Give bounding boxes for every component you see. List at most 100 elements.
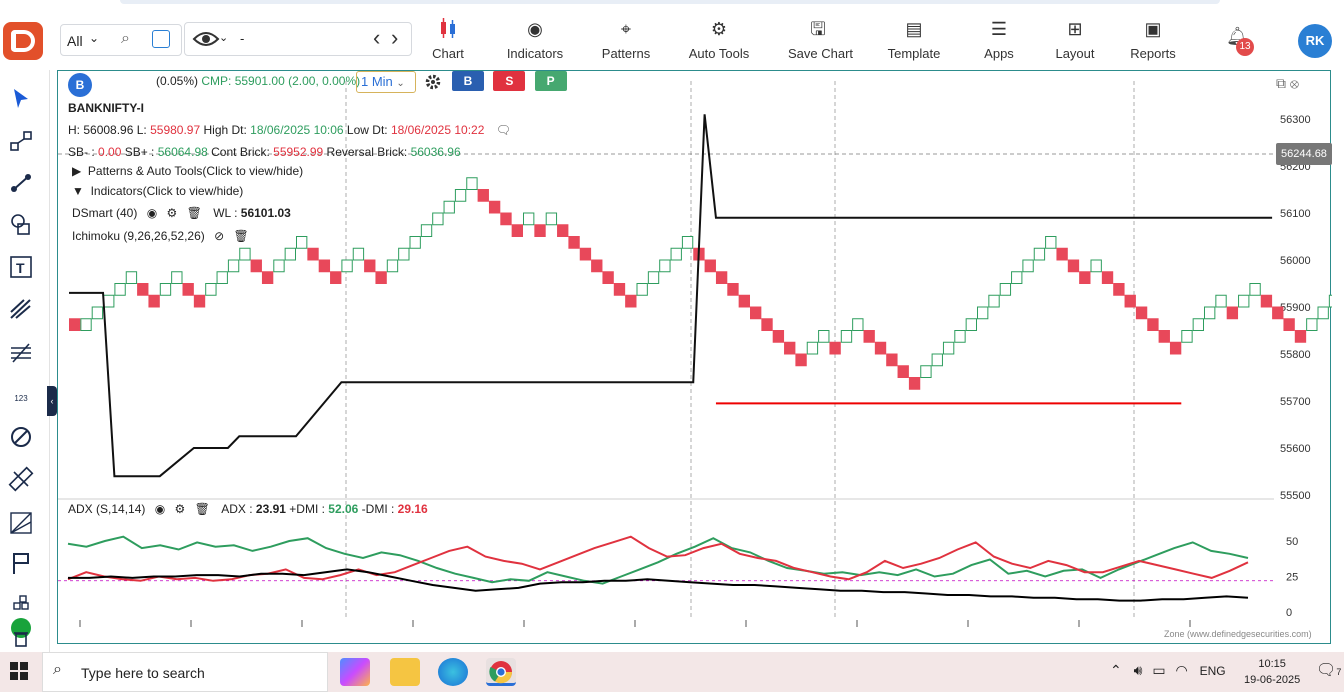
- symbol-selector[interactable]: ⌄ - ‹ ›: [184, 22, 412, 56]
- search-icon[interactable]: ⌕: [121, 30, 130, 48]
- broker-badge[interactable]: B: [68, 73, 92, 97]
- timeframe-select[interactable]: 1 Min ⌄: [356, 71, 416, 93]
- exchange-select[interactable]: All: [67, 33, 83, 49]
- patterns-toggle[interactable]: ▶ Patterns & Auto Tools(Click to view/hi…: [72, 164, 303, 178]
- renko-brick-down: [182, 283, 194, 296]
- language-indicator[interactable]: ENG: [1200, 664, 1226, 678]
- renko-brick-up: [965, 318, 978, 331]
- trash-icon[interactable]: [11, 628, 31, 648]
- trash-icon[interactable]: 🗑︎: [234, 229, 249, 243]
- settings-gear-icon[interactable]: ⚙: [175, 502, 186, 516]
- file-explorer-icon[interactable]: [390, 658, 420, 686]
- renko-brick-up: [171, 271, 183, 284]
- toolbar-patterns[interactable]: ⌖ Patterns: [600, 16, 652, 64]
- chart-panel[interactable]: 56300 56200 56100 56000 55900 55800 55700 55600…: [57, 70, 1332, 644]
- chevron-left-icon[interactable]: ‹: [373, 25, 380, 51]
- line-tool-icon[interactable]: [8, 128, 34, 154]
- trash-icon[interactable]: 🗑︎: [187, 206, 202, 220]
- text-tool-icon[interactable]: T: [8, 254, 34, 280]
- l-value: 55980.97: [150, 123, 201, 137]
- eye-off-icon[interactable]: ⊘: [214, 229, 224, 243]
- toolbar-layout[interactable]: ⊞ Layout: [1054, 16, 1096, 64]
- avatar[interactable]: RK: [1298, 24, 1332, 58]
- eye-icon[interactable]: ◉: [147, 206, 157, 220]
- renko-brick-down: [727, 283, 739, 296]
- toolbar-reports[interactable]: ▣ Reports: [1130, 16, 1176, 64]
- trend-line-icon[interactable]: [8, 170, 34, 196]
- toolbar-label: Chart: [432, 46, 464, 61]
- settings-gear-icon[interactable]: [424, 73, 442, 91]
- renko-brick-up: [1328, 294, 1332, 308]
- patterns-toggle-label: Patterns & Auto Tools(Click to view/hide…: [87, 164, 304, 178]
- toolbar-save-chart[interactable]: 🖫 Save Chart: [788, 16, 853, 64]
- fork-icon[interactable]: [8, 296, 34, 322]
- renko-brick-down: [761, 318, 773, 331]
- renko-brick-up: [545, 212, 558, 226]
- ichimoku-label: Ichimoku (9,26,26,52,26): [72, 229, 205, 243]
- cycle-icon[interactable]: [8, 424, 34, 450]
- flag-icon[interactable]: [8, 550, 34, 576]
- renko-brick-up: [273, 259, 285, 273]
- app-logo[interactable]: [3, 22, 43, 60]
- shapes-icon[interactable]: [8, 212, 34, 238]
- cmp-text: CMP: 55901.00 (2.00, 0.00%): [201, 74, 361, 88]
- notification-center-icon[interactable]: 🗨︎7: [1316, 660, 1341, 680]
- stack-icon[interactable]: [8, 594, 34, 620]
- ruler-icon[interactable]: [8, 466, 34, 492]
- toolbar-label: Layout: [1055, 46, 1095, 61]
- drawing-tools-sidebar: T 123 ‹: [0, 70, 57, 652]
- sidebar-collapse-button[interactable]: ‹: [47, 386, 57, 416]
- edge-browser-icon[interactable]: [438, 658, 468, 686]
- renko-brick-down: [1283, 318, 1295, 331]
- eye-icon[interactable]: ◉: [155, 502, 165, 516]
- sell-button[interactable]: S: [493, 71, 526, 91]
- chrome-browser-icon[interactable]: [486, 658, 516, 686]
- renko-brick-up: [432, 212, 444, 226]
- low-dt-value: 18/06/2025 10:22: [390, 123, 485, 137]
- renko-brick-up: [284, 247, 296, 261]
- checkbox-toggle[interactable]: [152, 30, 170, 48]
- chevron-right-icon[interactable]: ›: [391, 25, 398, 51]
- wifi-icon[interactable]: ◠: [1175, 662, 1187, 678]
- clock[interactable]: 10:15 19-06-2025: [1244, 656, 1300, 688]
- toolbar-indicators[interactable]: ◉ Indicators: [505, 16, 565, 64]
- indicators-toggle[interactable]: ▼ Indicators(Click to view/hide): [72, 184, 243, 198]
- comment-icon[interactable]: 🗨︎: [496, 123, 511, 137]
- search-icon: ⌕: [53, 661, 62, 678]
- settings-gear-icon[interactable]: ⚙: [167, 206, 178, 220]
- pdmi-label: +DMI :: [285, 502, 329, 516]
- sb-minus-label: SB- :: [68, 145, 99, 159]
- renko-brick-up: [840, 330, 853, 343]
- change-percent: (0.05%): [156, 74, 199, 88]
- renko-brick-down: [137, 283, 149, 296]
- position-button[interactable]: P: [534, 71, 567, 91]
- renko-brick-down: [568, 236, 580, 249]
- app-window: All ⌄ ⌕ ⌄ - ‹ › Chart ◉ Indicators ⌖ Pat…: [0, 0, 1344, 692]
- toolbar-template[interactable]: ▤ Template: [886, 16, 942, 64]
- volume-icon[interactable]: 🔊︎: [1134, 662, 1143, 678]
- sb-plus-value: 56064.98: [157, 145, 208, 159]
- number-icon[interactable]: 123: [8, 386, 34, 412]
- fib-icon[interactable]: [8, 340, 34, 366]
- toolbar-auto-tools[interactable]: ⚙ Auto Tools: [688, 16, 750, 64]
- sb-plus-label: SB+ :: [121, 145, 158, 159]
- current-price-tag: 56244.68: [1276, 143, 1332, 165]
- popout-icon[interactable]: ⧉: [1276, 75, 1286, 91]
- cursor-icon[interactable]: [8, 86, 34, 112]
- battery-icon[interactable]: ▭: [1152, 662, 1165, 678]
- gann-icon[interactable]: [8, 510, 34, 536]
- chevron-up-icon[interactable]: ⌃: [1110, 662, 1122, 678]
- windows-start-icon[interactable]: [10, 662, 28, 680]
- renko-brick-up: [409, 236, 421, 249]
- buy-button[interactable]: B: [452, 71, 484, 91]
- indicators-toggle-label: Indicators(Click to view/hide): [90, 184, 244, 198]
- copilot-app-icon[interactable]: [340, 658, 370, 686]
- renko-brick-down: [1294, 330, 1307, 343]
- taskbar-search[interactable]: ⌕ Type here to search: [42, 652, 328, 692]
- trash-icon[interactable]: 🗑︎: [195, 502, 210, 516]
- renko-brick-down: [307, 247, 319, 261]
- toolbar-chart[interactable]: Chart: [428, 16, 468, 64]
- dsmart-legend: DSmart (40) ◉ ⚙ 🗑︎ WL : 56101.03: [72, 206, 291, 220]
- close-panel-icon[interactable]: ⊗: [1290, 75, 1299, 91]
- toolbar-apps[interactable]: ☰ Apps: [982, 16, 1016, 64]
